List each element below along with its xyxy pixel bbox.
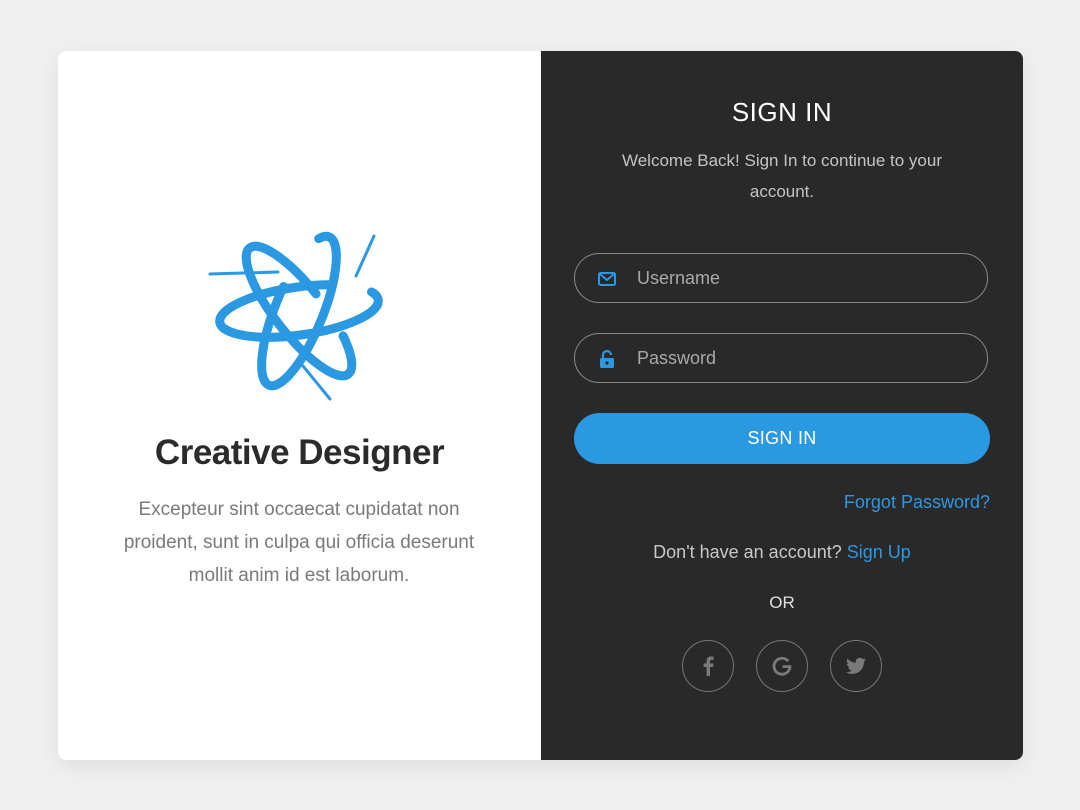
- facebook-button[interactable]: [682, 640, 734, 692]
- username-field[interactable]: [574, 253, 988, 303]
- google-icon: [772, 656, 792, 676]
- forgot-password-link[interactable]: Forgot Password?: [844, 492, 990, 513]
- login-card: Creative Designer Excepteur sint occaeca…: [58, 51, 1023, 760]
- facebook-icon: [703, 656, 714, 676]
- google-button[interactable]: [756, 640, 808, 692]
- or-divider: OR: [769, 593, 795, 612]
- password-field[interactable]: [574, 333, 988, 383]
- signin-button[interactable]: SIGN IN: [574, 413, 990, 464]
- swirl-star-logo-icon: [208, 231, 383, 401]
- welcome-text: Welcome Back! Sign In to continue to you…: [621, 151, 943, 201]
- signup-prompt: Don't have an account? Sign Up: [541, 542, 1023, 563]
- no-account-text: Don't have an account?: [653, 542, 842, 562]
- signup-link[interactable]: Sign Up: [847, 542, 911, 562]
- signin-title: SIGN IN: [731, 97, 833, 127]
- brand-description: Excepteur sint occaecat cupidatat non pr…: [123, 499, 475, 586]
- username-input[interactable]: [637, 254, 967, 302]
- brand-title: Creative Designer: [154, 433, 445, 472]
- unlock-icon: [600, 349, 614, 368]
- twitter-button[interactable]: [830, 640, 882, 692]
- brand-panel: Creative Designer Excepteur sint occaeca…: [58, 51, 541, 760]
- signin-panel: SIGN IN Welcome Back! Sign In to continu…: [541, 51, 1023, 760]
- password-input[interactable]: [637, 334, 967, 382]
- envelope-icon: [598, 272, 616, 286]
- twitter-icon: [846, 657, 866, 674]
